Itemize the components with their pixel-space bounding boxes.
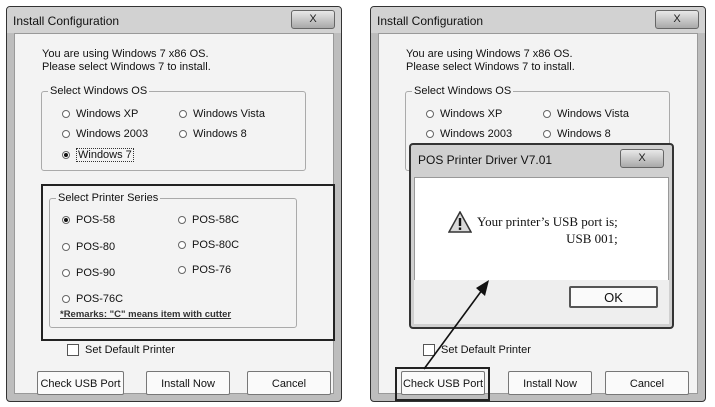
cancel-button[interactable]: Cancel xyxy=(247,371,331,395)
radio-label: Windows 7 xyxy=(76,148,134,162)
os-info-line-2: Please select Windows 7 to install. xyxy=(42,61,211,73)
install-config-window-right: Install Configuration X You are using Wi… xyxy=(370,6,706,402)
radio-icon xyxy=(62,110,70,118)
window-client: You are using Windows 7 x86 OS. Please s… xyxy=(14,33,335,395)
annotation-arrow xyxy=(423,280,489,370)
radio-windows-7[interactable]: Windows 7 xyxy=(62,148,134,162)
radio-windows-vista[interactable]: Windows Vista xyxy=(179,108,265,120)
os-info-line-1: You are using Windows 7 x86 OS. xyxy=(42,48,209,60)
title-bar: Install Configuration X xyxy=(7,7,341,33)
radio-selected-icon xyxy=(62,151,70,159)
radio-windows-xp[interactable]: Windows XP xyxy=(62,108,138,120)
radio-icon xyxy=(179,110,187,118)
set-default-printer-checkbox[interactable]: Set Default Printer xyxy=(67,344,175,356)
radio-label: Windows 2003 xyxy=(76,128,149,140)
group-title: Select Windows OS xyxy=(48,85,150,97)
radio-label: Windows 8 xyxy=(193,128,247,140)
radio-icon xyxy=(179,130,187,138)
close-button[interactable]: X xyxy=(291,10,335,29)
radio-label: Windows XP xyxy=(76,108,139,120)
windows-os-group: Select Windows OS Windows XP Windows Vis… xyxy=(41,85,306,171)
window-title: Install Configuration xyxy=(13,14,120,28)
close-icon: X xyxy=(309,13,317,25)
install-config-window-left: Install Configuration X You are using Wi… xyxy=(6,6,342,402)
radio-windows-8[interactable]: Windows 8 xyxy=(179,128,247,140)
printer-series-highlight-frame xyxy=(41,184,335,341)
radio-icon xyxy=(62,130,70,138)
install-now-button[interactable]: Install Now xyxy=(146,371,230,395)
checkbox-label: Set Default Printer xyxy=(85,344,175,356)
os-info: You are using Windows 7 x86 OS. Please s… xyxy=(42,48,211,74)
radio-windows-2003[interactable]: Windows 2003 xyxy=(62,128,148,140)
check-usb-port-button[interactable]: Check USB Port xyxy=(37,371,124,395)
radio-label: Windows Vista xyxy=(193,108,265,120)
checkbox-icon xyxy=(67,344,79,356)
